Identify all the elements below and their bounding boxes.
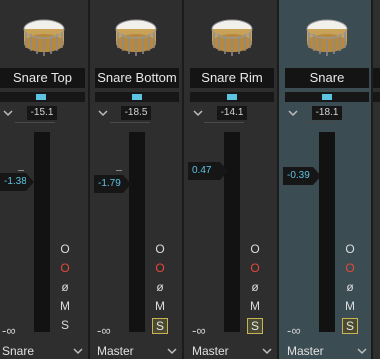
pan-indicator <box>132 94 142 100</box>
phase-invert-button[interactable]: ø <box>58 280 72 295</box>
fader-min-label: -∞ <box>192 323 206 338</box>
pan-slider-partial[interactable] <box>373 92 380 102</box>
monitor-button[interactable]: O <box>153 242 167 257</box>
channel-strip-snare-top: Snare Top -15.1 -1.38 O O ø M S -∞ Snare <box>0 0 88 359</box>
output-routing[interactable]: Master <box>192 343 229 359</box>
chevron-down-icon[interactable] <box>2 108 14 118</box>
chevron-down-icon[interactable] <box>287 108 299 118</box>
input-gain-value[interactable]: -14.1 <box>217 106 247 120</box>
pan-indicator <box>227 94 237 100</box>
output-routing[interactable]: Master <box>97 343 134 359</box>
mute-button[interactable]: M <box>153 299 167 314</box>
pan-indicator <box>322 94 332 100</box>
chevron-down-icon[interactable] <box>166 346 178 356</box>
solo-button[interactable]: S <box>58 318 72 333</box>
fader-value[interactable]: -0.39 <box>283 167 321 185</box>
solo-button[interactable]: S <box>247 318 263 334</box>
phase-invert-button[interactable]: ø <box>248 280 262 295</box>
fader-value[interactable]: -1.79 <box>94 175 131 193</box>
record-arm-button[interactable]: O <box>343 261 357 276</box>
gain-divider <box>110 122 150 123</box>
snare-drum-icon <box>115 19 157 56</box>
mute-button[interactable]: M <box>58 299 72 314</box>
monitor-button[interactable]: O <box>58 242 72 257</box>
chevron-down-icon[interactable] <box>72 346 84 356</box>
track-name-partial[interactable] <box>373 68 380 88</box>
chevron-down-icon[interactable] <box>192 108 204 118</box>
snare-drum-icon <box>23 19 65 56</box>
channel-strip-partial <box>373 0 380 359</box>
input-gain-value[interactable]: -15.1 <box>27 106 57 120</box>
mute-button[interactable]: M <box>248 299 262 314</box>
chevron-down-icon[interactable] <box>97 108 109 118</box>
fader-value[interactable]: 0.47 <box>188 162 228 180</box>
pan-slider[interactable] <box>285 92 369 102</box>
track-name[interactable]: Snare Rim <box>190 68 274 88</box>
output-routing[interactable]: Snare <box>2 343 34 359</box>
pan-indicator <box>36 94 46 100</box>
fader-scale-tick <box>18 170 24 171</box>
channel-strip-snare: Snare -18.1 -0.39 O O ø M S -∞ Master <box>279 0 371 359</box>
gain-divider <box>15 122 55 123</box>
chevron-down-icon[interactable] <box>356 346 368 356</box>
gain-divider <box>204 122 244 123</box>
monitor-button[interactable]: O <box>343 242 357 257</box>
fader-value[interactable]: -1.38 <box>0 173 34 191</box>
record-arm-button[interactable]: O <box>153 261 167 276</box>
mute-button[interactable]: M <box>343 299 357 314</box>
track-name[interactable]: Snare Bottom <box>95 68 179 88</box>
output-routing[interactable]: Master <box>287 343 324 359</box>
fader-min-label: -∞ <box>97 323 111 338</box>
phase-invert-button[interactable]: ø <box>343 280 357 295</box>
chevron-down-icon[interactable] <box>261 346 273 356</box>
fader-track[interactable] <box>34 132 50 332</box>
monitor-button[interactable]: O <box>248 242 262 257</box>
channel-strip-snare-rim: Snare Rim -14.1 0.47 O O ø M S -∞ Master <box>184 0 277 359</box>
input-gain-value[interactable]: -18.1 <box>312 106 342 120</box>
pan-slider[interactable] <box>0 92 85 102</box>
fader-track[interactable] <box>319 132 335 332</box>
pan-slider[interactable] <box>95 92 179 102</box>
record-arm-button[interactable]: O <box>58 261 72 276</box>
fader-value-text: -0.39 <box>287 170 310 181</box>
fader-value-text: 0.47 <box>192 165 212 176</box>
solo-button[interactable]: S <box>152 318 168 334</box>
track-name[interactable]: Snare Top <box>0 68 85 88</box>
phase-invert-button[interactable]: ø <box>153 280 167 295</box>
pan-slider[interactable] <box>190 92 274 102</box>
fader-scale-tick <box>116 170 122 171</box>
input-gain-value[interactable]: -18.5 <box>121 106 151 120</box>
gain-divider <box>299 122 339 123</box>
channel-strip-snare-bottom: Snare Bottom -18.5 -1.79 O O ø M S -∞ Ma… <box>90 0 182 359</box>
fader-min-label: -∞ <box>2 323 16 338</box>
track-name[interactable]: Snare <box>285 68 369 88</box>
record-arm-button[interactable]: O <box>248 261 262 276</box>
solo-button[interactable]: S <box>342 318 358 334</box>
fader-value-text: -1.38 <box>4 176 27 187</box>
fader-value-text: -1.79 <box>98 178 121 189</box>
snare-drum-icon <box>211 19 253 56</box>
fader-track[interactable] <box>129 132 145 332</box>
snare-drum-icon <box>306 19 348 56</box>
fader-min-label: -∞ <box>287 323 301 338</box>
